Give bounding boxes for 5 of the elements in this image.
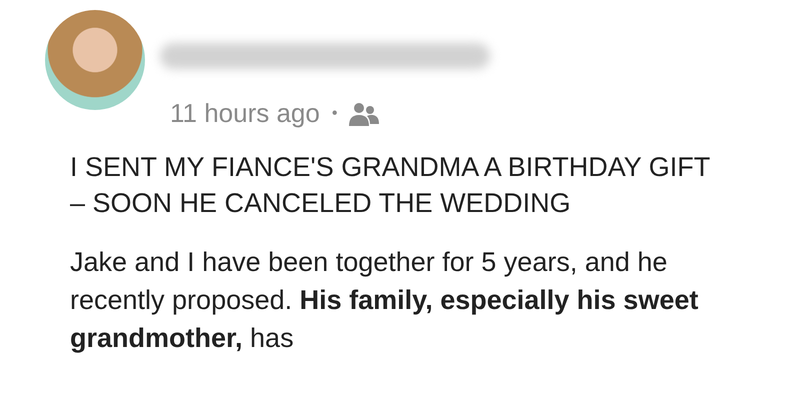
separator-dot: • [332, 104, 338, 122]
post-time: 11 hours ago [170, 98, 320, 129]
post-body: Jake and I have been together for 5 years, and he recently proposed. His family, especially his sweet grandmother, has [70, 246, 700, 355]
post-title: I SENT MY FIANCE'S GRANDMA A BIRTHDAY GIFT – SOON HE CANCELED THE WEDDING [70, 151, 710, 220]
people-icon [349, 102, 380, 126]
